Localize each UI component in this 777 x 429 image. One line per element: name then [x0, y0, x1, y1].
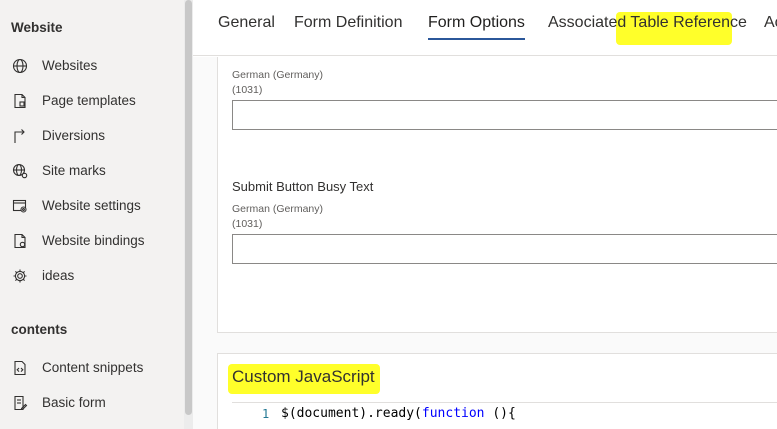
- sidebar: Website Websites Page templates Diversio…: [0, 0, 184, 429]
- sidebar-scrollbar[interactable]: [184, 0, 193, 429]
- field2-locale-code: (1031): [232, 218, 263, 230]
- code-token-prefix: $(document).ready(: [281, 406, 422, 421]
- code-editor[interactable]: 1 $(document).ready(function (){: [232, 402, 777, 429]
- sidebar-item-label: Content snippets: [42, 360, 144, 375]
- globe-icon: [11, 57, 29, 75]
- redirect-arrow-icon: [11, 127, 29, 145]
- custom-javascript-title: Custom JavaScript: [232, 367, 375, 386]
- gear-icon: [11, 267, 29, 285]
- sidebar-item-label: ideas: [42, 268, 75, 283]
- submit-busy-text-label: Submit Button Busy Text: [232, 179, 374, 194]
- sidebar-item-websites[interactable]: Websites: [0, 48, 184, 83]
- sidebar-item-content-snippets[interactable]: Content snippets: [0, 350, 184, 385]
- tab-bar: General Form Definition Form Options Ass…: [193, 0, 777, 56]
- tab-overflow[interactable]: Ac: [764, 14, 777, 32]
- code-gutter: 1: [232, 403, 276, 429]
- binding-icon: [11, 232, 29, 250]
- code-token-keyword: function: [421, 406, 485, 421]
- settings-window-icon: [11, 197, 29, 215]
- sidebar-item-label: Basic form: [42, 395, 106, 410]
- tab-form-options[interactable]: Form Options: [428, 14, 525, 32]
- sidebar-item-site-marks[interactable]: Site marks: [0, 153, 184, 188]
- sidebar-item-label: Diversions: [42, 128, 106, 143]
- sidebar-item-website-bindings[interactable]: Website bindings: [0, 223, 184, 258]
- sidebar-item-label: Website settings: [42, 198, 141, 213]
- sidebar-item-label: Page templates: [42, 93, 136, 108]
- snippet-icon: [11, 359, 29, 377]
- code-line-1[interactable]: $(document).ready(function (){: [281, 406, 516, 421]
- active-tab-indicator: [428, 38, 525, 40]
- field1-locale-code: (1031): [232, 84, 263, 96]
- scrollbar-thumb[interactable]: [185, 0, 192, 415]
- field1-locale-label: German (Germany): [232, 69, 324, 81]
- field2-locale-label: German (Germany): [232, 203, 324, 215]
- line-number: 1: [262, 407, 270, 421]
- tab-associated-table-reference[interactable]: Associated Table Reference: [548, 14, 747, 32]
- code-token-suffix: (){: [484, 406, 516, 421]
- sidebar-item-ideas[interactable]: ideas: [0, 258, 184, 293]
- sidebar-item-label: Websites: [42, 58, 98, 73]
- sidebar-item-website-settings[interactable]: Website settings: [0, 188, 184, 223]
- sidebar-item-basic-form[interactable]: Basic form: [0, 385, 184, 420]
- sidebar-item-diversions[interactable]: Diversions: [0, 118, 184, 153]
- sidebar-item-label: Site marks: [42, 163, 106, 178]
- sidebar-item-label: Website bindings: [42, 233, 145, 248]
- field1-input[interactable]: [232, 100, 777, 130]
- globe-marker-icon: [11, 162, 29, 180]
- sidebar-section-website: Website: [11, 20, 63, 35]
- sidebar-item-page-templates[interactable]: Page templates: [0, 83, 184, 118]
- tab-general[interactable]: General: [218, 14, 275, 32]
- sidebar-section-contents: contents: [11, 322, 68, 337]
- submit-busy-text-input[interactable]: [232, 234, 777, 264]
- form-icon: [11, 394, 29, 412]
- page-template-icon: [11, 92, 29, 110]
- tab-form-definition[interactable]: Form Definition: [294, 14, 402, 32]
- form-options-panel: [217, 57, 777, 333]
